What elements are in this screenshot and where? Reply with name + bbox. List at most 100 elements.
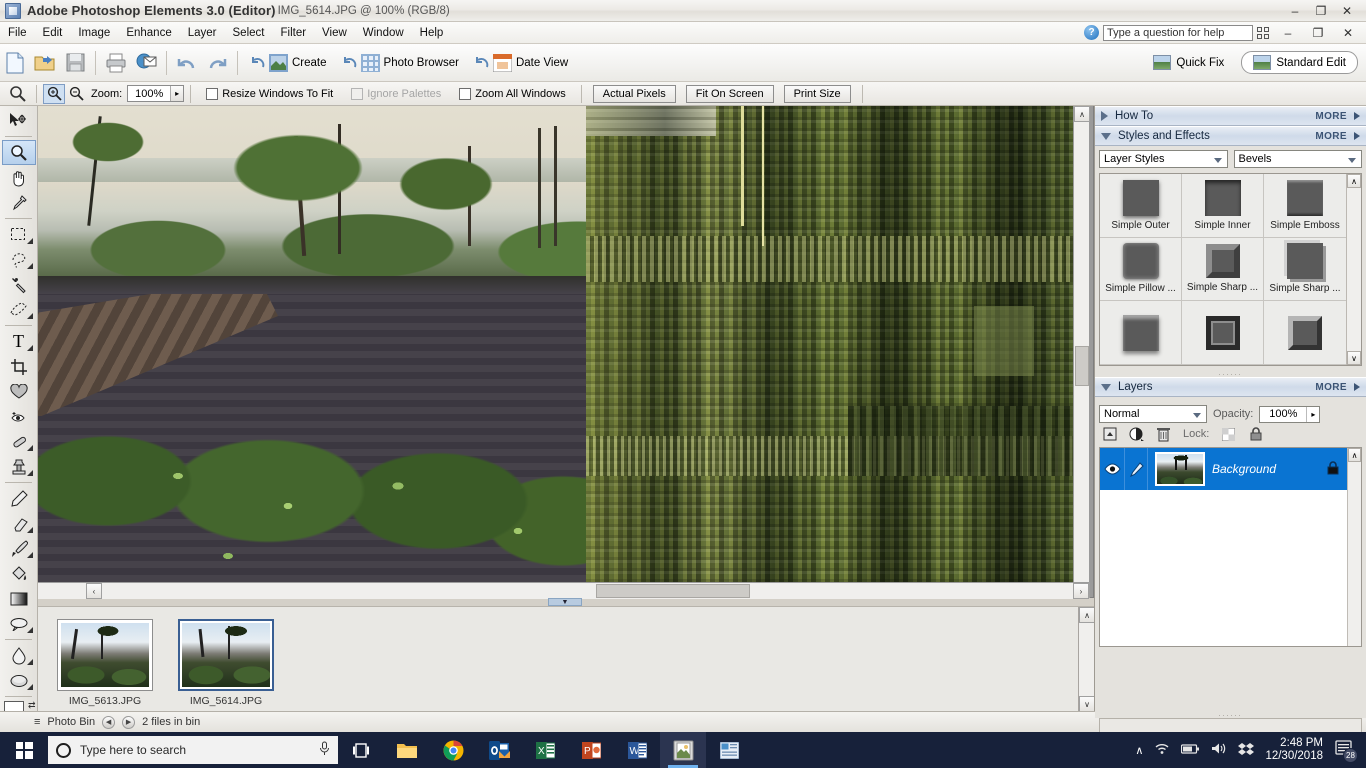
zoom-input[interactable]: 100% ▸ [127, 85, 185, 102]
style-item[interactable] [1264, 301, 1346, 365]
styles-category-select[interactable]: Layer Styles [1099, 150, 1228, 168]
magic-wand-tool[interactable] [2, 272, 36, 297]
cookie-cutter-tool[interactable] [2, 379, 36, 404]
style-item[interactable] [1100, 301, 1182, 365]
layer-visibility-icon[interactable] [1100, 463, 1124, 475]
outlook-icon[interactable] [476, 732, 522, 768]
battery-icon[interactable] [1181, 743, 1200, 758]
bin-scroll-down-button[interactable]: ∨ [1079, 696, 1095, 712]
palette-grip[interactable]: ․․․․․․ [1095, 370, 1366, 377]
healing-brush-tool[interactable] [2, 429, 36, 454]
menu-file[interactable]: File [0, 25, 35, 41]
shape-tool[interactable] [2, 611, 36, 636]
horizontal-scroll-thumb[interactable] [596, 584, 750, 598]
style-item[interactable] [1182, 301, 1264, 365]
minimize-button[interactable]: – [1282, 2, 1308, 20]
taskbar-clock[interactable]: 2:48 PM 12/30/2018 [1265, 737, 1323, 763]
powerpoint-icon[interactable]: P [568, 732, 614, 768]
task-view-icon[interactable] [338, 732, 384, 768]
chevron-right-icon[interactable] [1101, 111, 1108, 121]
adjustment-layer-button[interactable] [1129, 427, 1144, 442]
palette-styles-header[interactable]: Styles and Effects MORE [1095, 126, 1366, 146]
create-button[interactable]: Create [243, 47, 335, 79]
palette-how-to-more[interactable]: MORE [1315, 111, 1360, 122]
style-item[interactable]: Simple Inner [1182, 174, 1264, 238]
open-folder-icon[interactable] [30, 47, 60, 79]
chrome-icon[interactable] [430, 732, 476, 768]
photo-thumbnail[interactable] [178, 619, 274, 691]
style-item[interactable]: Simple Emboss [1264, 174, 1346, 238]
pencil-tool[interactable] [2, 486, 36, 511]
palette-layers-header[interactable]: Layers MORE [1095, 377, 1366, 397]
menu-help[interactable]: Help [412, 25, 452, 41]
opacity-input[interactable]: 100% ▸ [1259, 405, 1321, 423]
speaker-icon[interactable] [1211, 742, 1227, 758]
menu-filter[interactable]: Filter [272, 25, 314, 41]
photo-thumbnail[interactable] [57, 619, 153, 691]
doc-close-button[interactable]: ✕ [1335, 24, 1361, 42]
photo-bin-item[interactable]: IMG_5613.JPG [57, 619, 153, 707]
styles-subcategory-select[interactable]: Bevels [1233, 150, 1362, 168]
style-item[interactable]: Simple Pillow ... [1100, 237, 1182, 302]
standard-edit-button[interactable]: Standard Edit [1241, 51, 1358, 74]
bin-scroll-up-button[interactable]: ∧ [1079, 607, 1095, 623]
close-button[interactable]: ✕ [1334, 2, 1360, 20]
lock-all-icon[interactable] [1248, 427, 1263, 442]
photoshop-elements-icon[interactable] [660, 732, 706, 768]
paint-bucket-tool[interactable] [2, 561, 36, 586]
hand-tool[interactable] [2, 165, 36, 190]
palette-layers-more[interactable]: MORE [1315, 382, 1360, 393]
date-view-button[interactable]: Date View [467, 47, 576, 79]
scroll-right-button[interactable]: › [1073, 583, 1089, 599]
gradient-tool[interactable] [2, 586, 36, 611]
email-icon[interactable] [131, 47, 161, 79]
swap-colors-icon[interactable]: ⇄ [28, 700, 36, 711]
menu-select[interactable]: Select [225, 25, 273, 41]
blend-mode-select[interactable]: Normal [1099, 405, 1207, 423]
zoom-tool[interactable] [1, 140, 36, 165]
actual-pixels-button[interactable]: Actual Pixels [592, 84, 676, 103]
scroll-left-button[interactable]: ‹ [86, 583, 102, 599]
zoom-out-button[interactable] [65, 84, 87, 104]
bin-next-button[interactable]: ▶ [122, 715, 136, 729]
palette-styles-more[interactable]: MORE [1315, 131, 1360, 142]
crop-tool[interactable] [2, 354, 36, 379]
help-question-icon[interactable]: ? [1084, 25, 1099, 40]
layers-scroll-up-button[interactable]: ∧ [1348, 448, 1361, 462]
photo-bin-resize-handle[interactable]: ▼ [548, 598, 582, 606]
brush-tool[interactable] [2, 536, 36, 561]
styles-grid-scrollbar[interactable]: ∧ ∨ [1346, 174, 1361, 365]
style-item[interactable]: Simple Outer [1100, 174, 1182, 238]
doc-restore-button[interactable]: ❐ [1305, 24, 1331, 42]
microphone-icon[interactable] [319, 741, 330, 759]
resize-windows-checkbox[interactable]: Resize Windows To Fit [206, 87, 333, 100]
print-size-button[interactable]: Print Size [783, 84, 851, 103]
image-canvas[interactable] [38, 106, 1094, 598]
canvas-vertical-scrollbar[interactable]: ∧ ∨ [1073, 106, 1090, 598]
print-icon[interactable] [101, 47, 131, 79]
clone-stamp-tool[interactable] [2, 454, 36, 479]
eraser-tool[interactable] [2, 511, 36, 536]
photo-browser-button[interactable]: Photo Browser [335, 47, 467, 79]
palette-bottom-grip[interactable]: ․․․․․․ [1095, 711, 1366, 718]
undo-icon[interactable] [172, 47, 202, 79]
chevron-down-icon[interactable] [1101, 132, 1111, 140]
canvas-horizontal-scrollbar[interactable]: ‹ › [86, 582, 1089, 599]
redo-icon[interactable] [202, 47, 232, 79]
tile-windows-icon[interactable] [1257, 26, 1271, 40]
photo-bin-toggle-icon[interactable]: ≡ [34, 716, 40, 728]
presentation-app-icon[interactable] [706, 732, 752, 768]
menu-image[interactable]: Image [70, 25, 118, 41]
layer-row[interactable]: Background [1100, 448, 1361, 490]
style-item[interactable]: Simple Sharp ... [1182, 237, 1264, 302]
show-hidden-icons-chevron[interactable]: ∧ [1135, 744, 1143, 757]
chevron-down-icon[interactable] [1101, 383, 1111, 391]
type-tool[interactable]: T [2, 329, 36, 354]
help-search-input[interactable]: Type a question for help [1103, 24, 1253, 41]
new-layer-button[interactable] [1102, 427, 1117, 442]
new-file-icon[interactable] [0, 47, 30, 79]
sponge-tool[interactable] [2, 668, 36, 693]
styles-scroll-down-button[interactable]: ∨ [1347, 351, 1361, 365]
zoom-all-windows-checkbox[interactable]: Zoom All Windows [459, 87, 566, 100]
red-eye-tool[interactable] [2, 404, 36, 429]
